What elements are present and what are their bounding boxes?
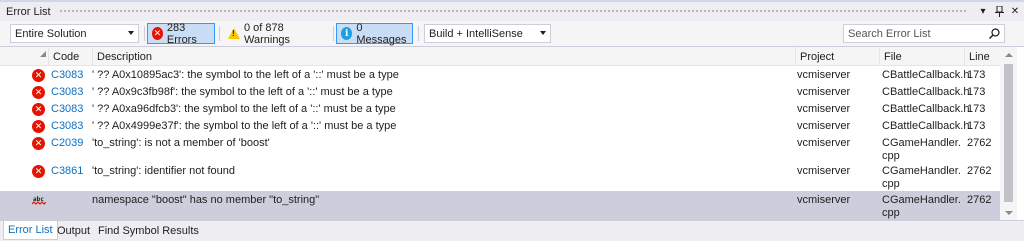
row-line: 2762 <box>967 194 992 206</box>
search-icon[interactable] <box>989 28 1000 39</box>
row-file: CBattleCallback.h <box>882 120 970 132</box>
row-description: 'to_string': identifier not found <box>92 165 236 177</box>
row-description: ' ?? A0x4999e37f': the symbol to the lef… <box>92 120 397 132</box>
table-row[interactable]: ✕ C3083 ' ?? A0xa96dfcb3': the symbol to… <box>0 101 1000 118</box>
row-file: CBattleCallback.h <box>882 103 970 115</box>
search-error-list-box[interactable] <box>843 24 1005 43</box>
row-project: vcmiserver <box>797 137 851 149</box>
column-header-row: Code Description Project File Line <box>0 47 1000 66</box>
error-icon: ✕ <box>152 27 163 40</box>
table-row-selected[interactable]: abc namespace "boost" has no member "to_… <box>0 191 1000 220</box>
row-line: 2762 <box>967 137 992 149</box>
error-icon: ✕ <box>32 137 45 150</box>
scope-dropdown[interactable]: Entire Solution <box>10 24 139 43</box>
row-code[interactable]: C3861 <box>51 165 83 178</box>
row-file: CGameHandler.cpp <box>882 194 961 219</box>
row-code[interactable]: C3083 <box>51 120 83 133</box>
row-line: 173 <box>967 103 986 115</box>
toolbar-separator <box>333 26 334 41</box>
row-project: vcmiserver <box>797 120 851 132</box>
table-row[interactable]: ✕ C3861 'to_string': identifier not foun… <box>0 162 1000 191</box>
row-code[interactable]: C3083 <box>51 69 83 82</box>
error-list-grid: Code Description Project File Line ✕ C30… <box>0 46 1024 221</box>
bottom-tab-strip: Error List Output Find Symbol Results <box>0 220 1024 241</box>
error-icon: ✕ <box>32 120 45 133</box>
column-header-icon[interactable] <box>0 47 48 66</box>
row-description: namespace "boost" has no member "to_stri… <box>92 194 320 206</box>
column-header-code[interactable]: Code <box>48 47 92 66</box>
sort-grip-icon <box>40 51 46 57</box>
tab-output[interactable]: Output <box>53 221 94 240</box>
table-row[interactable]: ✕ C3083 ' ?? A0x9c3fb98f': the symbol to… <box>0 84 1000 101</box>
row-line: 173 <box>967 120 986 132</box>
errors-filter-label: 283 Errors <box>166 21 197 46</box>
toolbar-separator <box>219 26 220 41</box>
row-project: vcmiserver <box>797 103 851 115</box>
row-file: CGameHandler.cpp <box>882 165 961 190</box>
drag-grip[interactable] <box>58 9 968 14</box>
row-file: CGameHandler.cpp <box>882 137 961 162</box>
row-code[interactable]: C3083 <box>51 86 83 99</box>
dropdown-menu-icon[interactable]: ▾ <box>976 5 990 19</box>
source-dropdown[interactable]: Build + IntelliSense <box>424 24 551 43</box>
error-icon: ✕ <box>32 165 45 178</box>
column-header-description[interactable]: Description <box>92 47 795 66</box>
row-code[interactable]: C3083 <box>51 103 83 116</box>
row-description: ' ?? A0xa96dfcb3': the symbol to the lef… <box>92 103 396 115</box>
toolbar-separator <box>144 26 145 41</box>
row-line: 2762 <box>967 165 992 177</box>
vertical-scrollbar[interactable] <box>1000 47 1017 221</box>
row-description: 'to_string': is not a member of 'boost' <box>92 137 270 149</box>
scope-value: Entire Solution <box>15 27 87 40</box>
row-line: 173 <box>967 86 986 98</box>
table-row[interactable]: ✕ C2039 'to_string': is not a member of … <box>0 135 1000 162</box>
window-title: Error List <box>6 5 51 18</box>
row-project: vcmiserver <box>797 86 851 98</box>
pin-icon[interactable] <box>992 5 1006 19</box>
info-icon: i <box>341 27 353 40</box>
warnings-filter-button[interactable]: 0 of 878 Warnings <box>223 21 333 46</box>
errors-filter-button[interactable]: ✕ 283 Errors <box>147 21 215 46</box>
intellisense-error-icon: abc <box>32 195 46 207</box>
tab-find-symbol-results[interactable]: Find Symbol Results <box>94 221 203 240</box>
column-header-line[interactable]: Line <box>964 47 1000 66</box>
column-header-file[interactable]: File <box>879 47 964 66</box>
row-project: vcmiserver <box>797 194 851 206</box>
row-line: 173 <box>967 69 986 81</box>
messages-filter-button[interactable]: i 0 Messages <box>336 21 413 46</box>
error-icon: ✕ <box>32 103 45 116</box>
scroll-up-icon[interactable] <box>1005 53 1013 57</box>
error-icon: ✕ <box>32 69 45 82</box>
row-description: ' ?? A0x10895ac3': the symbol to the lef… <box>92 69 399 81</box>
chevron-down-icon <box>128 31 134 35</box>
chevron-down-icon <box>540 31 546 35</box>
row-project: vcmiserver <box>797 165 851 177</box>
table-row[interactable]: ✕ C3083 ' ?? A0x4999e37f': the symbol to… <box>0 118 1000 135</box>
toolbar-separator <box>418 26 419 41</box>
error-list-titlebar: Error List ▾ ✕ <box>0 0 1024 21</box>
messages-filter-label: 0 Messages <box>356 21 407 46</box>
error-icon: ✕ <box>32 86 45 99</box>
row-file: CBattleCallback.h <box>882 69 970 81</box>
table-row[interactable]: ✕ C3083 ' ?? A0x10895ac3': the symbol to… <box>0 67 1000 84</box>
row-project: vcmiserver <box>797 69 851 81</box>
tab-error-list[interactable]: Error List <box>3 221 58 240</box>
source-value: Build + IntelliSense <box>429 27 523 40</box>
row-code[interactable]: C2039 <box>51 137 83 150</box>
warnings-filter-label: 0 of 878 Warnings <box>244 21 291 46</box>
close-icon[interactable]: ✕ <box>1008 5 1022 19</box>
search-input[interactable] <box>848 27 988 40</box>
scroll-down-icon[interactable] <box>1005 211 1013 215</box>
row-description: ' ?? A0x9c3fb98f': the symbol to the lef… <box>92 86 393 98</box>
row-file: CBattleCallback.h <box>882 86 970 98</box>
scrollbar-thumb[interactable] <box>1004 64 1013 202</box>
column-header-project[interactable]: Project <box>795 47 879 66</box>
warning-icon <box>228 28 240 39</box>
